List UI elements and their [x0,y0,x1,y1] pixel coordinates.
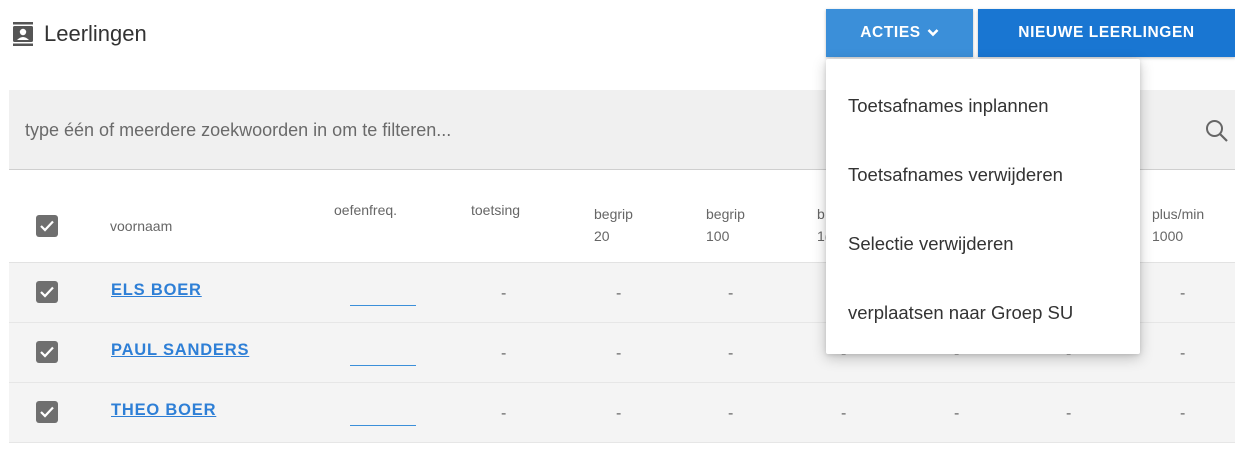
cell-value: - [501,345,507,362]
cell-value: - [841,405,847,422]
cell-value: - [616,405,622,422]
oefenfreq-indicator [350,365,416,366]
acties-label: ACTIES [860,24,921,41]
student-name-link[interactable]: THEO BOER [111,401,216,420]
menu-item-verplaatsen-naar-groep[interactable]: verplaatsen naar Groep SU [826,278,1140,347]
acties-dropdown-menu: Toetsafnames inplannen Toetsafnames verw… [826,59,1140,354]
cell-value: - [1066,405,1072,422]
menu-item-selectie-verwijderen[interactable]: Selectie verwijderen [826,209,1140,278]
nieuwe-leerlingen-button[interactable]: NIEUWE LEERLINGEN [978,9,1235,57]
table-row[interactable]: THEO BOER - - - - - - - [9,383,1235,443]
acties-dropdown-button[interactable]: ACTIES [826,9,973,57]
student-name-link[interactable]: PAUL SANDERS [111,341,249,360]
cell-value: - [954,405,960,422]
oefenfreq-indicator [350,425,416,426]
row-checkbox[interactable] [36,281,58,303]
column-header-begrip-100[interactable]: begrip 100 [706,203,745,247]
student-name-link[interactable]: ELS BOER [111,281,202,300]
cell-value: - [616,285,622,302]
menu-item-toetsafnames-inplannen[interactable]: Toetsafnames inplannen [826,71,1140,140]
row-checkbox[interactable] [36,401,58,423]
cell-value: - [616,345,622,362]
cell-value: - [728,285,734,302]
oefenfreq-indicator [350,305,416,306]
column-header-plus-min-1000[interactable]: plus/min 1000 [1152,203,1204,247]
cell-value: - [728,405,734,422]
menu-item-toetsafnames-verwijderen[interactable]: Toetsafnames verwijderen [826,140,1140,209]
cell-value: - [1180,345,1186,362]
column-header-oefenfreq[interactable]: oefenfreq. [334,199,397,221]
cell-value: - [501,285,507,302]
row-checkbox[interactable] [36,341,58,363]
cell-value: - [1180,405,1186,422]
cell-value: - [501,405,507,422]
select-all-checkbox[interactable] [36,215,58,237]
contact-card-icon [12,22,34,46]
column-header-toetsing[interactable]: toetsing [471,199,520,221]
search-icon[interactable] [1204,118,1230,144]
column-header-begrip-20[interactable]: begrip 20 [594,203,633,247]
chevron-down-icon [927,28,939,38]
cell-value: - [728,345,734,362]
cell-value: - [1180,285,1186,302]
page-title: Leerlingen [12,18,147,50]
column-header-voornaam[interactable]: voornaam [110,215,172,237]
page-title-text: Leerlingen [44,21,147,46]
